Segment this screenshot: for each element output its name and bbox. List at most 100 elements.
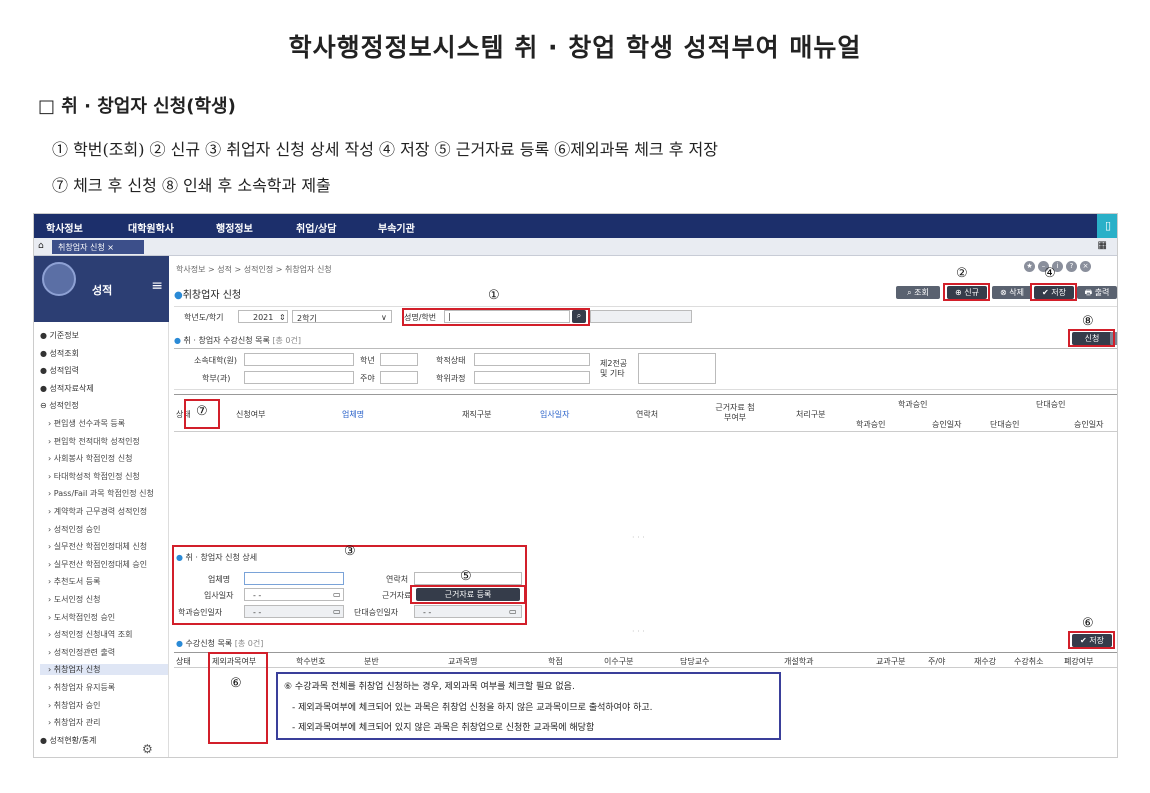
col-dept-approval-group: 학과승인 <box>898 400 928 409</box>
dept-field <box>244 371 354 384</box>
sidebar-item-5[interactable]: › 편입생 선수과목 등록 <box>48 418 125 429</box>
course-section-title: ● 수강신청 목록 [총 0건] <box>176 639 264 648</box>
col-retake: 재수강 <box>974 657 997 666</box>
col-college-approval-date: 승인일자 <box>1074 420 1104 429</box>
sidebar-title: 성적 <box>92 284 113 297</box>
sidebar-item-7[interactable]: › 사회봉사 학점인정 신청 <box>48 453 132 464</box>
note-line-2: - 제외과목여부에 체크되어 있는 과목은 취창업 신청을 하지 않은 교과목이… <box>292 703 653 713</box>
steps-line-1: ① 학번(조회) ② 신규 ③ 취업자 신청 상세 작성 ④ 저장 ⑤ 근거자료… <box>52 140 718 159</box>
callout-box-evidence <box>410 585 526 604</box>
sidebar-item-16[interactable]: › 도서학점인정 승인 <box>48 612 115 623</box>
sidebar-item-23[interactable]: ● 성적현황/통계 <box>40 735 96 746</box>
col-evidence: 근거자료 첨부여부 <box>715 403 755 422</box>
col-status: 상태 <box>176 657 191 666</box>
grade-field <box>380 353 418 366</box>
splitter-handle[interactable]: · · · <box>632 533 645 542</box>
sidebar-item-19[interactable]: › 취창업자 신청 <box>40 664 168 676</box>
sidebar-item-12[interactable]: › 실무전산 학점인정대체 신청 <box>48 541 147 552</box>
callout-8: ⑧ <box>1082 314 1094 329</box>
gear-icon[interactable]: ⚙ <box>142 742 153 756</box>
sidebar-item-3[interactable]: ● 성적자료삭제 <box>40 383 94 394</box>
term-select[interactable]: 2학기 ∨ <box>292 310 392 323</box>
sidebar-item-4[interactable]: ⊖ 성적인정 <box>40 400 79 411</box>
sidebar-item-2[interactable]: ● 성적입력 <box>40 365 79 376</box>
section-heading: □ 취 · 창업자 신청(학생) <box>38 96 236 117</box>
course-label: 학위과정 <box>436 374 466 383</box>
nav-item-graduate[interactable]: 대학원학사 <box>128 220 174 235</box>
second-major-field <box>638 353 716 384</box>
circle-bullet-icon: ● <box>40 366 50 376</box>
sidebar-item-0[interactable]: ● 기준정보 <box>40 330 79 341</box>
sidebar: 성적 ≡ ● 기준정보 ● 성적조회 ● 성적입력 ● 성적자료삭제 ⊖ 성적인정 › 편… <box>34 256 169 757</box>
col-company: 업체명 <box>342 410 365 419</box>
col-applied: 신청여부 <box>236 410 266 419</box>
menu-icon[interactable]: ≡ <box>151 278 163 294</box>
note-line-3: - 제외과목여부에 체크되어 있지 않은 과목은 취창업으로 신청한 교과목에 … <box>292 723 595 733</box>
sidebar-item-11[interactable]: › 성적인정 승인 <box>48 524 100 535</box>
status-field <box>474 353 590 366</box>
daynight-field <box>380 371 418 384</box>
col-section: 분반 <box>364 657 379 666</box>
sidebar-item-17[interactable]: › 성적인정 신청내역 조회 <box>48 629 132 640</box>
sidebar-item-9[interactable]: › Pass/Fail 과목 학점인정 신청 <box>48 488 154 499</box>
company-input[interactable] <box>244 572 344 585</box>
contact-label: 연락처 <box>386 575 409 584</box>
steps-line-2: ⑦ 체크 후 신청 ⑧ 인쇄 후 소속학과 제출 <box>52 176 331 195</box>
sidebar-item-10[interactable]: › 계약학과 근무경력 성적인정 <box>48 506 147 517</box>
callout-6: ⑥ <box>230 676 242 691</box>
star-icon[interactable]: ★ <box>1024 261 1035 272</box>
col-professor: 담당교수 <box>680 657 710 666</box>
bookmark-icon[interactable]: ▯ <box>1097 214 1117 238</box>
col-closed: 폐강여부 <box>1064 657 1094 666</box>
join-date-input[interactable]: - - ▭ <box>244 588 344 601</box>
join-date-label: 입사일자 <box>204 591 234 600</box>
dept-approval-label: 학과승인일자 <box>178 608 223 617</box>
callout-box-course-save <box>1068 631 1115 649</box>
calendar-icon: ▭ <box>509 607 517 616</box>
university-logo <box>42 262 76 296</box>
callout-4: ④ <box>1044 266 1056 281</box>
print-button[interactable]: 🖶 출력 <box>1077 286 1117 299</box>
home-icon[interactable]: ⌂ <box>38 241 44 251</box>
calendar-icon: ▭ <box>333 607 341 616</box>
nav-item-admin[interactable]: 행정정보 <box>216 220 253 235</box>
sidebar-item-14[interactable]: › 추천도서 등록 <box>48 576 100 587</box>
delete-button[interactable]: ⊗ 삭제 <box>992 286 1032 299</box>
callout-box-exclude <box>208 652 268 744</box>
help-icon[interactable]: ? <box>1066 261 1077 272</box>
callout-3: ③ <box>344 544 356 559</box>
year-select[interactable]: 2021 ⇕ <box>238 310 288 323</box>
page-title: ●취창업자 신청 <box>174 290 242 301</box>
company-label: 업체명 <box>208 575 231 584</box>
close-icon[interactable]: × <box>1080 261 1091 272</box>
col-employment: 재직구분 <box>462 410 492 419</box>
course-field <box>474 371 590 384</box>
nav-item-affiliated[interactable]: 부속기관 <box>378 220 415 235</box>
splitter-handle-2[interactable]: · · · <box>632 627 645 636</box>
circle-bullet-icon: ● <box>40 331 50 340</box>
col-dept-approval-date: 승인일자 <box>932 420 962 429</box>
sidebar-item-15[interactable]: › 도서인정 신청 <box>48 594 100 605</box>
col-process: 처리구분 <box>796 410 826 419</box>
nav-item-career[interactable]: 취업/상담 <box>296 220 336 235</box>
circle-bullet-icon: ● <box>40 735 50 745</box>
col-contact: 연락처 <box>636 410 659 419</box>
sidebar-item-18[interactable]: › 성적인정관련 출력 <box>48 647 115 658</box>
nav-item-academic[interactable]: 학사정보 <box>46 220 83 235</box>
sidebar-item-8[interactable]: › 타대학성적 학점인정 신청 <box>48 471 140 482</box>
sidebar-item-1[interactable]: ● 성적조회 <box>40 348 79 359</box>
sidebar-item-13[interactable]: › 실무전산 학점인정대체 승인 <box>48 559 147 570</box>
sidebar-item-20[interactable]: › 취창업자 유지등록 <box>48 682 115 693</box>
document-title: 학사행정정보시스템 취 · 창업 학생 성적부여 매뉴얼 <box>288 33 862 62</box>
search-button[interactable]: ⌕ 조회 <box>896 286 940 299</box>
list-section-title: ● 취 · 창업자 수강신청 목록 [총 0건] <box>174 336 302 345</box>
sidebar-item-22[interactable]: › 취창업자 관리 <box>48 717 100 728</box>
sidebar-item-6[interactable]: › 편입학 전적대학 성적인정 <box>48 436 140 447</box>
callout-box-apply <box>1068 329 1115 347</box>
circle-bullet-icon: ● <box>40 348 50 358</box>
tab-career-apply[interactable]: 취창업자 신청 × <box>52 240 144 254</box>
sidebar-item-21[interactable]: › 취창업자 승인 <box>48 700 100 711</box>
grid-icon[interactable]: ▦ <box>1098 240 1107 251</box>
student-name-display <box>590 310 692 323</box>
college-field <box>244 353 354 366</box>
